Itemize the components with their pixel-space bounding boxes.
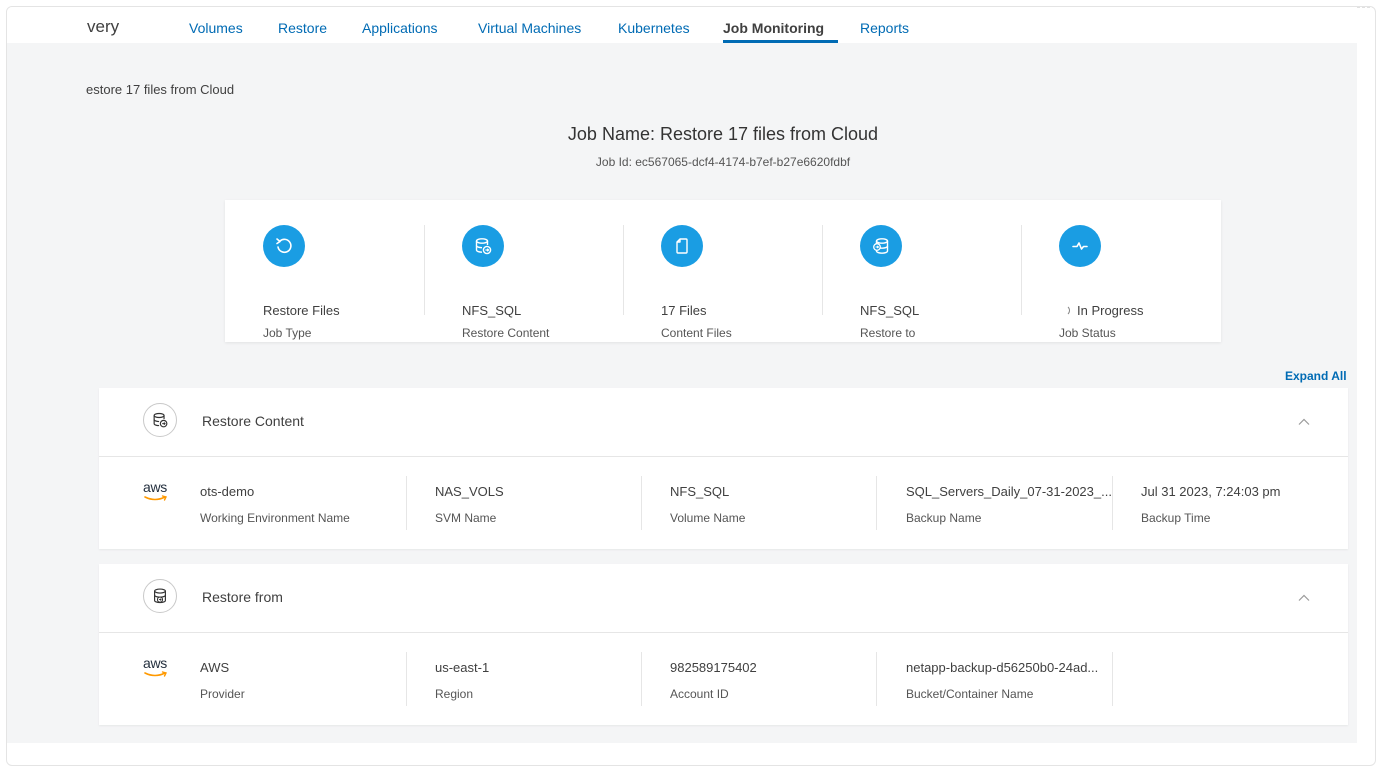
- summary-label: Restore to: [860, 326, 916, 340]
- row-divider: [641, 476, 642, 530]
- row-divider: [1112, 476, 1113, 530]
- restore-from-row: aws AWS Provider us-east-1 Region 982589…: [99, 632, 1348, 724]
- restore-from-section: Restore from aws AWS Provider us-east-1 …: [99, 564, 1348, 725]
- top-nav: very Volumes Restore Applications Virtua…: [7, 7, 1357, 43]
- row-divider: [876, 652, 877, 706]
- job-status-value: In Progress: [1059, 303, 1143, 318]
- app-frame: very Volumes Restore Applications Virtua…: [6, 6, 1376, 766]
- region-cell: us-east-1 Region: [435, 660, 490, 701]
- backup-time-cell: Jul 31 2023, 7:24:03 pm Backup Time: [1141, 484, 1281, 525]
- svm-name-cell: NAS_VOLS SVM Name: [435, 484, 504, 525]
- aws-logo: aws: [143, 480, 173, 502]
- summary-label: Job Type: [263, 326, 312, 340]
- row-divider: [406, 476, 407, 530]
- restore-icon: [263, 225, 305, 267]
- job-status-text: In Progress: [1077, 303, 1144, 318]
- provider-cell: AWS Provider: [200, 660, 245, 701]
- summary-label: Job Status: [1059, 326, 1116, 340]
- summary-value: NFS_SQL: [860, 303, 920, 318]
- tab-virtual-machines[interactable]: Virtual Machines: [478, 20, 581, 36]
- summary-value: Restore Files: [263, 303, 340, 318]
- summary-value: NFS_SQL: [462, 303, 522, 318]
- active-tab-indicator: [723, 40, 838, 43]
- backup-name-cell: SQL_Servers_Daily_07-31-2023_... Backup …: [906, 484, 1112, 525]
- section-title: Restore Content: [202, 413, 304, 429]
- database-restore-icon: [143, 403, 177, 437]
- summary-label: Content Files: [661, 326, 732, 340]
- chevron-up-icon[interactable]: [1298, 592, 1310, 604]
- database-restore-icon: [462, 225, 504, 267]
- working-environment-cell: ots-demo Working Environment Name: [200, 484, 350, 525]
- summary-content-files: 17 Files Content Files: [623, 222, 822, 340]
- summary-restore-to: NFS_SQL Restore to: [822, 222, 1021, 340]
- row-divider: [406, 652, 407, 706]
- row-divider: [1112, 652, 1113, 706]
- job-title: Job Name: Restore 17 files from Cloud: [567, 124, 879, 144]
- restore-content-row: aws ots-demo Working Environment Name NA…: [99, 456, 1348, 548]
- tab-kubernetes[interactable]: Kubernetes: [618, 20, 690, 36]
- app-brand: very: [87, 17, 120, 36]
- bucket-name-cell: netapp-backup-d56250b0-24ad... Bucket/Co…: [906, 660, 1099, 701]
- tab-applications[interactable]: Applications: [362, 20, 438, 36]
- account-id-cell: 982589175402 Account ID: [670, 660, 757, 701]
- chevron-up-icon[interactable]: [1298, 416, 1310, 428]
- row-divider: [641, 652, 642, 706]
- summary-job-type: Restore Files Job Type: [225, 222, 424, 340]
- volume-name-cell: NFS_SQL Volume Name: [670, 484, 746, 525]
- activity-icon: [1059, 225, 1101, 267]
- job-id: Job Id: ec567065-dcf4-4174-b7ef-b27e6620…: [595, 155, 851, 169]
- tab-reports[interactable]: Reports: [860, 20, 909, 36]
- restore-content-header[interactable]: Restore Content: [99, 388, 1348, 457]
- expand-all-link[interactable]: Expand All: [1285, 369, 1347, 383]
- restore-content-section: Restore Content aws ots-demo Working Env…: [99, 388, 1348, 549]
- summary-label: Restore Content: [462, 326, 550, 340]
- section-title: Restore from: [202, 589, 283, 605]
- summary-restore-content: NFS_SQL Restore Content: [424, 222, 623, 340]
- row-divider: [876, 476, 877, 530]
- job-summary-card: Restore Files Job Type NFS_SQL Restore C…: [225, 200, 1221, 342]
- database-target-icon: [860, 225, 902, 267]
- tab-restore[interactable]: Restore: [278, 20, 327, 36]
- summary-job-status: In Progress Job Status: [1021, 222, 1220, 340]
- tab-job-monitoring[interactable]: Job Monitoring: [723, 20, 824, 36]
- restore-from-header[interactable]: Restore from: [99, 564, 1348, 633]
- file-icon: [661, 225, 703, 267]
- spinner-icon: [1059, 305, 1070, 316]
- tab-volumes[interactable]: Volumes: [189, 20, 243, 36]
- summary-value: 17 Files: [661, 303, 707, 318]
- database-source-icon: [143, 579, 177, 613]
- breadcrumb[interactable]: estore 17 files from Cloud: [86, 82, 234, 97]
- aws-logo: aws: [143, 656, 173, 678]
